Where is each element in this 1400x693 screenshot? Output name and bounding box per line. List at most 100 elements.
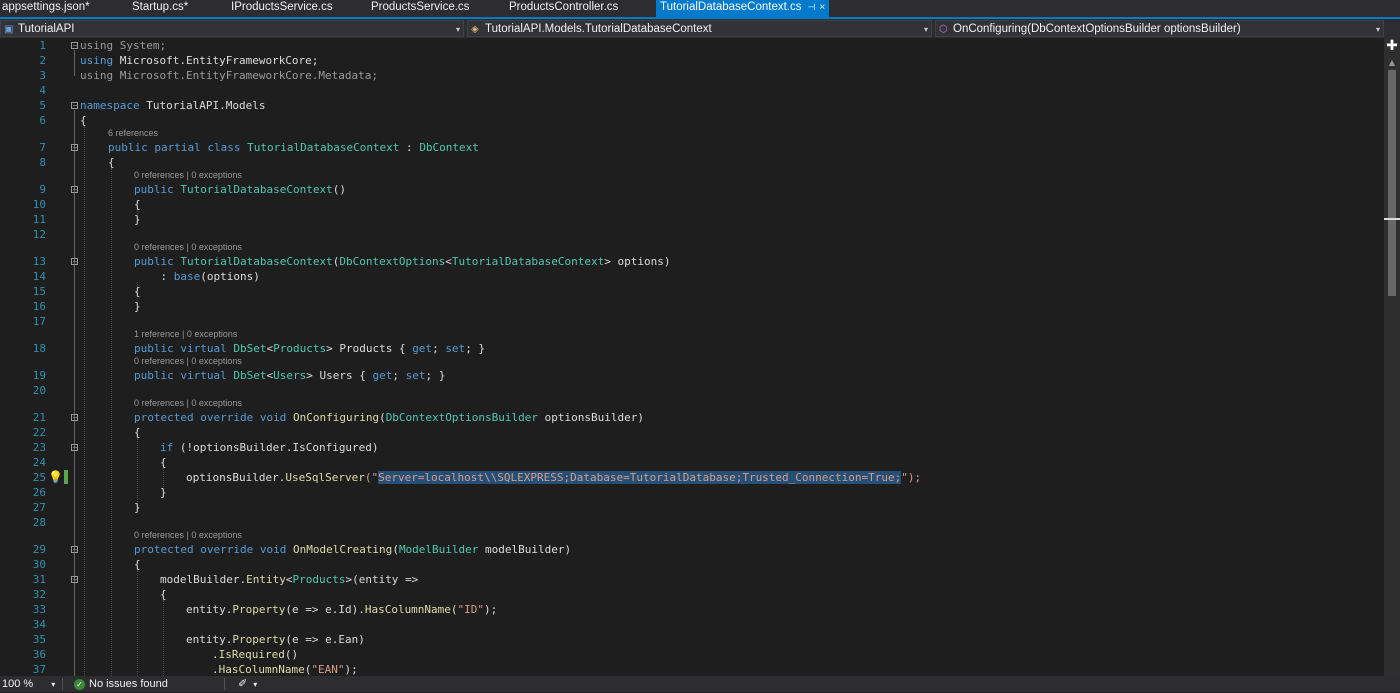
member-dropdown[interactable]: ⬡ OnConfiguring(DbContextOptionsBuilder o…: [935, 20, 1384, 37]
code-line[interactable]: {: [134, 198, 141, 211]
check-circle-icon: ✓: [74, 678, 85, 690]
codelens-references[interactable]: 0 references | 0 exceptions: [134, 170, 242, 180]
code-line[interactable]: {: [134, 426, 141, 439]
class-dropdown[interactable]: ◈ TutorialAPI.Models.TutorialDatabaseCont…: [467, 20, 932, 37]
scrollbar-thumb[interactable]: [1388, 70, 1396, 296]
code-line[interactable]: optionsBuilder.UseSqlServer("Server=loca…: [186, 471, 921, 484]
string-literal: (": [364, 471, 379, 484]
code-line[interactable]: {: [134, 285, 141, 298]
line-number: 3: [39, 69, 46, 82]
codelens-references[interactable]: 0 references | 0 exceptions: [134, 242, 242, 252]
keyword: virtual: [173, 342, 227, 355]
fold-toggle[interactable]: −: [71, 414, 79, 422]
split-window-icon[interactable]: ✚: [1384, 38, 1400, 54]
code-line[interactable]: protected override void OnConfiguring(Db…: [134, 411, 644, 424]
keyword: if: [160, 441, 174, 454]
keyword: protected: [134, 411, 194, 424]
divider: [62, 678, 63, 690]
vertical-scrollbar[interactable]: ▲: [1384, 38, 1400, 676]
code-text: Microsoft.EntityFrameworkCore;: [113, 54, 319, 67]
code-line[interactable]: using Microsoft.EntityFrameworkCore.Meta…: [80, 69, 378, 82]
keyword: override: [193, 411, 254, 424]
editor-status-bar: 100 % ▾ ✓ No issues found ✐ ▾: [0, 676, 1400, 692]
line-number: 24: [32, 456, 46, 469]
line-number: 20: [32, 384, 46, 397]
issues-indicator[interactable]: ✓ No issues found: [74, 676, 168, 692]
pin-icon[interactable]: ⊣: [807, 2, 815, 12]
code-line[interactable]: public TutorialDatabaseContext(DbContext…: [134, 255, 670, 268]
line-number: 33: [32, 603, 46, 616]
fold-toggle[interactable]: −: [71, 444, 79, 452]
scroll-up-icon[interactable]: ▲: [1384, 58, 1400, 67]
fold-toggle[interactable]: −: [71, 42, 79, 50]
code-line[interactable]: entity.Property(e => e.Ean): [186, 633, 365, 646]
code-line[interactable]: {: [108, 156, 115, 169]
codelens-references[interactable]: 0 references | 0 exceptions: [134, 398, 242, 408]
zoom-dropdown[interactable]: 100 % ▾: [2, 676, 55, 693]
code-line[interactable]: namespace TutorialAPI.Models: [80, 99, 265, 112]
code-line[interactable]: .HasColumnName("EAN");: [212, 663, 358, 676]
code-line[interactable]: if (!optionsBuilder.IsConfigured): [160, 441, 379, 454]
code-line[interactable]: }: [134, 213, 141, 226]
method-name: UseSqlServer: [285, 471, 365, 484]
code-cleanup-button[interactable]: ✐ ▾: [238, 676, 257, 693]
code-line[interactable]: }: [160, 486, 167, 499]
code-line[interactable]: using System;: [80, 39, 166, 52]
code-line[interactable]: public virtual DbSet<Users> Users { get;…: [134, 369, 445, 382]
code-line[interactable]: modelBuilder.Entity<Products>(entity =>: [160, 573, 418, 586]
code-line[interactable]: : base(options): [134, 270, 259, 283]
close-icon[interactable]: ×: [819, 2, 825, 13]
code-line[interactable]: entity.Property(e => e.Id).HasColumnName…: [186, 603, 497, 616]
tab-label: ProductsService.cs: [371, 1, 470, 13]
code-line[interactable]: .IsRequired(): [212, 648, 298, 661]
codelens-references[interactable]: 1 reference | 0 exceptions: [134, 329, 237, 339]
fold-toggle[interactable]: −: [71, 186, 79, 194]
brace: {: [134, 285, 141, 298]
code-text: > Users {: [306, 369, 373, 382]
fold-toggle[interactable]: −: [71, 102, 79, 110]
code-line[interactable]: {: [80, 114, 87, 127]
codelens-references[interactable]: 6 references: [108, 128, 158, 138]
code-text: ;: [392, 369, 406, 382]
line-number: 9: [39, 183, 46, 196]
tab-tutorialdatabasecontext[interactable]: TutorialDatabaseContext.cs ⊣ ×: [656, 0, 830, 17]
tab-productscontroller[interactable]: ProductsController.cs: [509, 0, 618, 17]
brace: {: [134, 426, 141, 439]
tab-productsservice[interactable]: ProductsService.cs: [371, 0, 469, 17]
codelens-references[interactable]: 0 references | 0 exceptions: [134, 530, 242, 540]
code-line[interactable]: public virtual DbSet<Products> Products …: [134, 342, 485, 355]
fold-toggle[interactable]: −: [71, 546, 79, 554]
codelens-references[interactable]: 0 references | 0 exceptions: [134, 356, 242, 366]
code-line[interactable]: using Microsoft.EntityFrameworkCore;: [80, 54, 318, 67]
code-text: ; }: [425, 369, 446, 382]
code-line[interactable]: }: [134, 300, 141, 313]
project-dropdown[interactable]: ▣ TutorialAPI ▾: [0, 20, 464, 37]
keyword: partial: [147, 141, 201, 154]
code-line[interactable]: {: [160, 588, 167, 601]
code-line[interactable]: public TutorialDatabaseContext(): [134, 183, 346, 196]
line-number: 26: [32, 486, 46, 499]
code-line[interactable]: {: [134, 558, 141, 571]
code-editor[interactable]: 1 2 3 4 5 6 7 8 9 10 11 12 13 14 15 16 1…: [0, 38, 1384, 676]
tab-iproductsservice[interactable]: IProductsService.cs: [231, 0, 333, 17]
code-line[interactable]: {: [160, 456, 167, 469]
class-icon: ◈: [471, 24, 479, 35]
lightbulb-icon[interactable]: 💡: [48, 471, 63, 483]
line-number: 4: [39, 84, 46, 97]
keyword: using: [80, 39, 114, 52]
string-literal: ");: [901, 471, 922, 484]
selected-connection-string[interactable]: Server=localhost\\SQLEXPRESS;Database=Tu…: [378, 471, 902, 484]
code-line[interactable]: protected override void OnModelCreating(…: [134, 543, 571, 556]
code-text: (e => e.Id).: [285, 603, 365, 616]
code-line[interactable]: public partial class TutorialDatabaseCon…: [108, 141, 479, 154]
fold-toggle[interactable]: −: [71, 576, 79, 584]
code-line[interactable]: }: [134, 501, 141, 514]
fold-toggle[interactable]: −: [71, 258, 79, 266]
line-number: 11: [32, 213, 46, 226]
fold-toggle[interactable]: −: [71, 144, 79, 152]
brace: }: [134, 300, 141, 313]
tab-startup[interactable]: Startup.cs*: [132, 0, 188, 17]
brace: {: [108, 156, 115, 169]
line-number: 6: [39, 114, 46, 127]
tab-appsettings[interactable]: appsettings.json*: [2, 0, 90, 17]
